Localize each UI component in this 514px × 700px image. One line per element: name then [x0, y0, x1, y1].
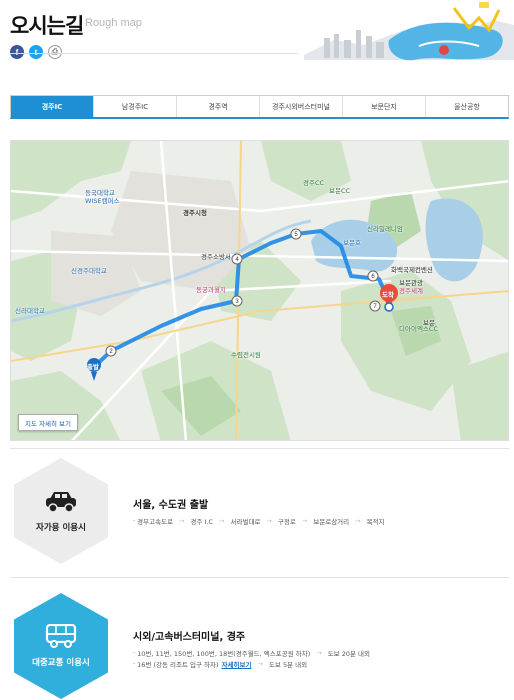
tab-gyeongju-ic[interactable]: 경주IC: [11, 96, 93, 117]
map-label: 경주시청: [183, 209, 207, 217]
section-divider: [10, 448, 509, 449]
detail-link[interactable]: 자세히보기: [222, 659, 252, 669]
header-divider: [10, 53, 298, 54]
start-pin-label: 출발: [87, 363, 99, 371]
route-step: 경부고속도로: [137, 518, 174, 526]
location-tabs: 경주IC 남경주IC 경주역 경주시외버스터미널 보문단지 울산공항: [10, 95, 509, 119]
bus-badge: 대중교통 이용시: [14, 593, 108, 699]
car-badge-label: 자가용 이용시: [36, 523, 86, 533]
route-step: 구정로: [277, 518, 296, 526]
bus-icon: [45, 624, 77, 648]
section-divider: [10, 577, 509, 578]
map-label: 동궁과월지: [196, 286, 226, 294]
page-header: 오시는길 Rough map f t ⎙: [0, 0, 514, 88]
walk-time: 도보 5분 내외: [268, 661, 308, 669]
bus-line-text: 10번, 11번, 150번, 100번, 18번(경주월드, 엑스포공원 하차…: [137, 650, 311, 658]
car-badge: 자가용 이용시: [14, 458, 108, 564]
page-title: 오시는길: [10, 14, 84, 38]
map-label: 화백국제컨벤션: [391, 266, 433, 274]
map-detail-button[interactable]: 지도 자세히 보기: [18, 414, 78, 431]
car-route: · 경부고속도로 → 경주 I.C → 서라벌대로 → 구정로 → 보문로삼거리…: [133, 516, 385, 526]
bus-line-1: · 10번, 11번, 150번, 100번, 18번(경주월드, 엑스포공원 …: [133, 648, 370, 658]
bus-line-text: 16번 (강동 리조트 입구 하차): [137, 661, 219, 669]
arrow-icon: →: [257, 660, 263, 668]
map-label: 경주소방서: [201, 253, 231, 261]
map-label: 보문: [423, 319, 435, 327]
arrow-icon: →: [219, 517, 225, 525]
tab-bomun-complex[interactable]: 보문단지: [342, 96, 425, 117]
route-step: 보문로삼거리: [313, 518, 350, 526]
arrow-icon: →: [266, 517, 272, 525]
bus-line-2: · 16번 (강동 리조트 입구 하차) 자세히보기 → 도보 5분 내외: [133, 659, 307, 669]
map-label: 신라대학교: [15, 307, 45, 315]
route-map[interactable]: 2 3 4 5 6 7 출발 도착 동국대학교 WISE캠퍼스 경주시청 경주소…: [10, 140, 509, 441]
arrow-icon: →: [355, 517, 361, 525]
route-step: 경주 I.C: [190, 518, 214, 526]
tab-gyeongju-station[interactable]: 경주역: [176, 96, 259, 117]
map-label: 신경주대학교: [71, 267, 107, 275]
facebook-icon[interactable]: f: [10, 45, 24, 59]
bus-badge-label: 대중교통 이용시: [32, 658, 90, 668]
bus-title: 시외/고속버스터미널, 경주: [133, 632, 246, 643]
tab-bus-terminal[interactable]: 경주시외버스터미널: [259, 96, 342, 117]
social-share-bar: f t ⎙: [10, 45, 62, 59]
route-step: 서라벌대로: [230, 518, 261, 526]
walk-time: 도보 20분 내외: [327, 650, 371, 658]
car-icon: [46, 492, 76, 513]
map-label: 경주세계: [399, 287, 423, 295]
car-title: 서울, 수도권 출발: [133, 500, 209, 511]
map-label: 신라밀레니엄: [367, 225, 403, 233]
map-label: 수렴전시원: [231, 351, 261, 359]
arrow-icon: →: [179, 517, 185, 525]
arrow-icon: →: [301, 517, 308, 525]
route-step: 목적지: [366, 518, 385, 526]
tab-ulsan-airport[interactable]: 울산공항: [425, 96, 508, 117]
twitter-icon[interactable]: t: [29, 45, 43, 59]
arrow-icon: →: [316, 649, 322, 657]
map-label: 경주CC: [303, 179, 325, 187]
map-label: WISE캠퍼스: [85, 197, 120, 205]
end-pin-label: 도착: [382, 291, 394, 299]
print-icon[interactable]: ⎙: [48, 45, 62, 59]
header-illustration: [304, 2, 514, 61]
map-label: 보문호: [343, 239, 361, 247]
tab-south-gyeongju-ic[interactable]: 남경주IC: [93, 96, 176, 117]
map-canvas: 2 3 4 5 6 7: [11, 141, 508, 440]
map-label: 보문CC: [329, 187, 351, 195]
page-subtitle: Rough map: [85, 17, 142, 29]
